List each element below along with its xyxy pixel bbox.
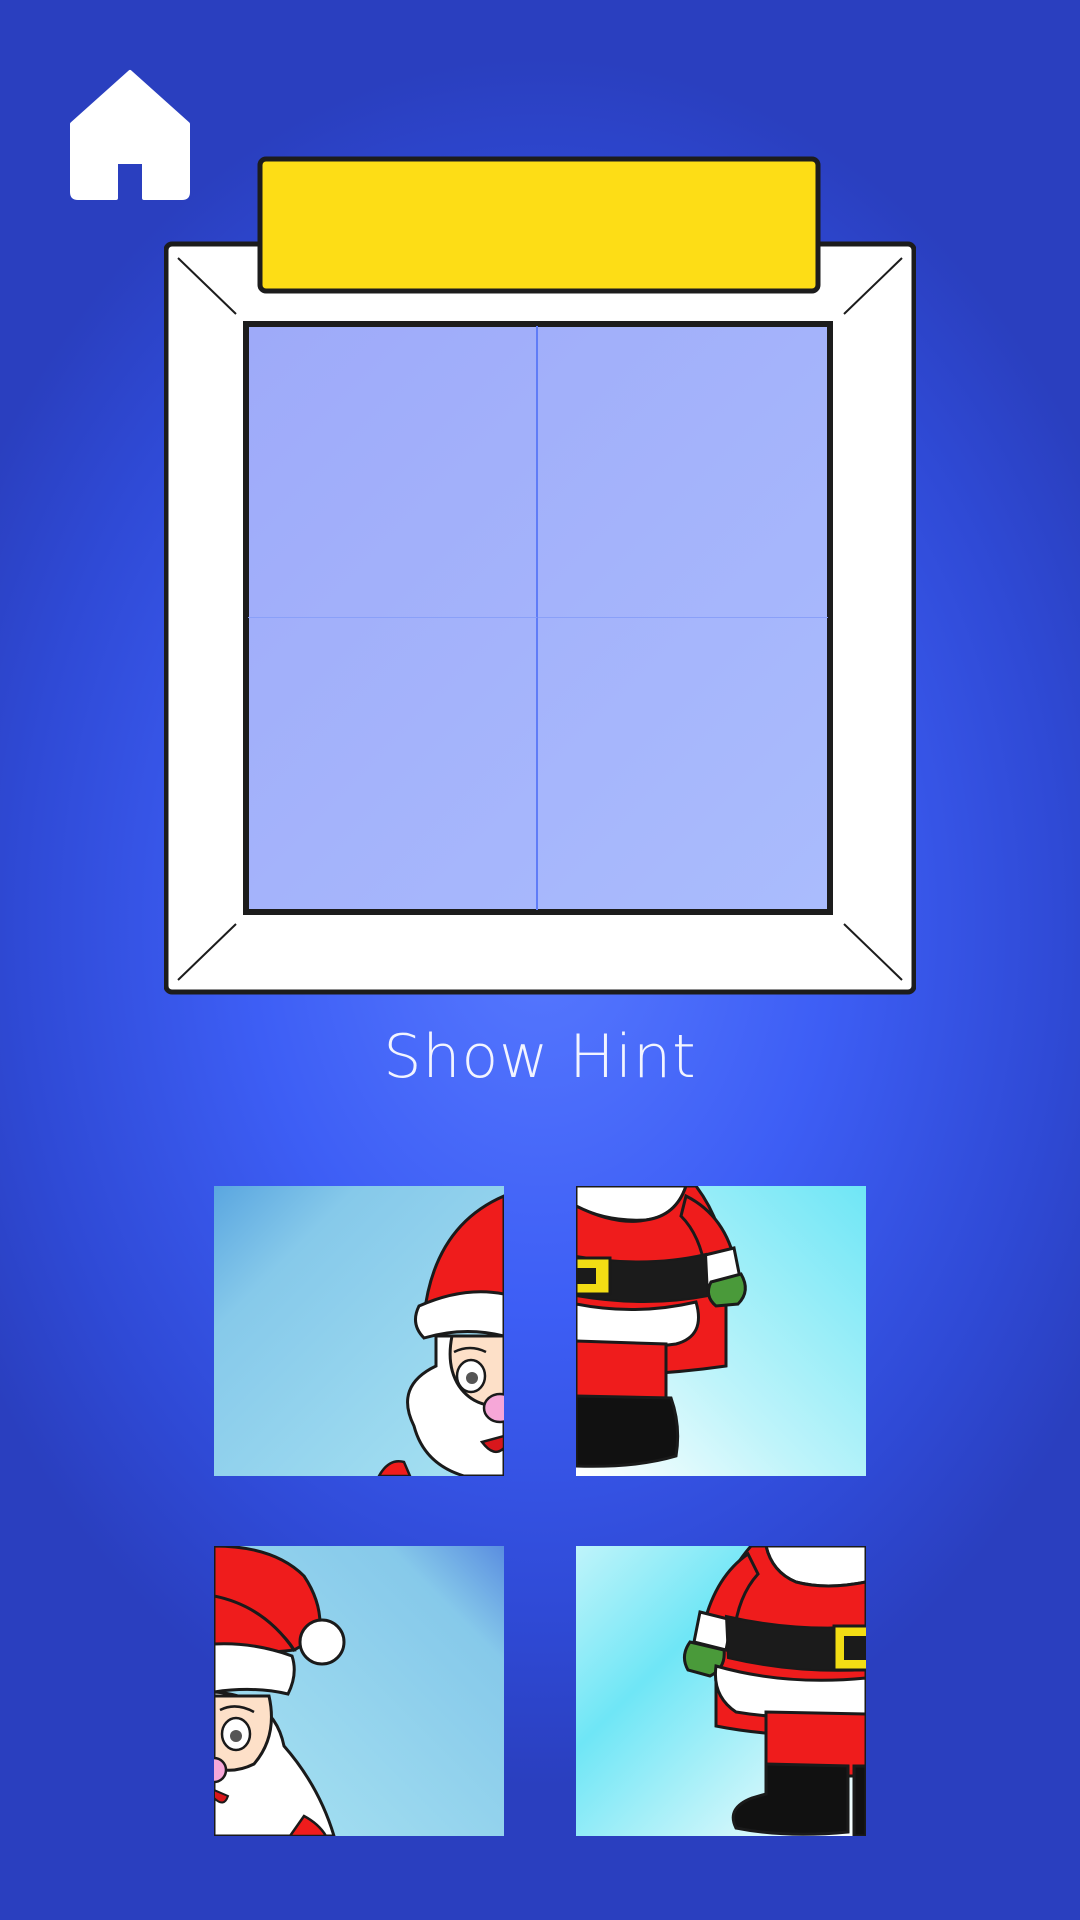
title-banner [257, 156, 821, 294]
drop-slot-top-left[interactable] [248, 326, 538, 618]
puzzle-piece-santa-face[interactable] [214, 1186, 504, 1476]
drop-grid [248, 326, 828, 910]
puzzle-piece-santa-belt-left[interactable] [576, 1186, 866, 1476]
show-hint-button[interactable]: Show Hint [0, 1022, 1080, 1092]
drop-slot-bottom-right[interactable] [538, 618, 828, 910]
puzzle-piece-santa-belt-right[interactable] [576, 1546, 866, 1836]
puzzle-piece-santa-hat[interactable] [214, 1546, 504, 1836]
drop-slot-top-right[interactable] [538, 326, 828, 618]
drop-slot-bottom-left[interactable] [248, 618, 538, 910]
puzzle-board [164, 152, 916, 996]
